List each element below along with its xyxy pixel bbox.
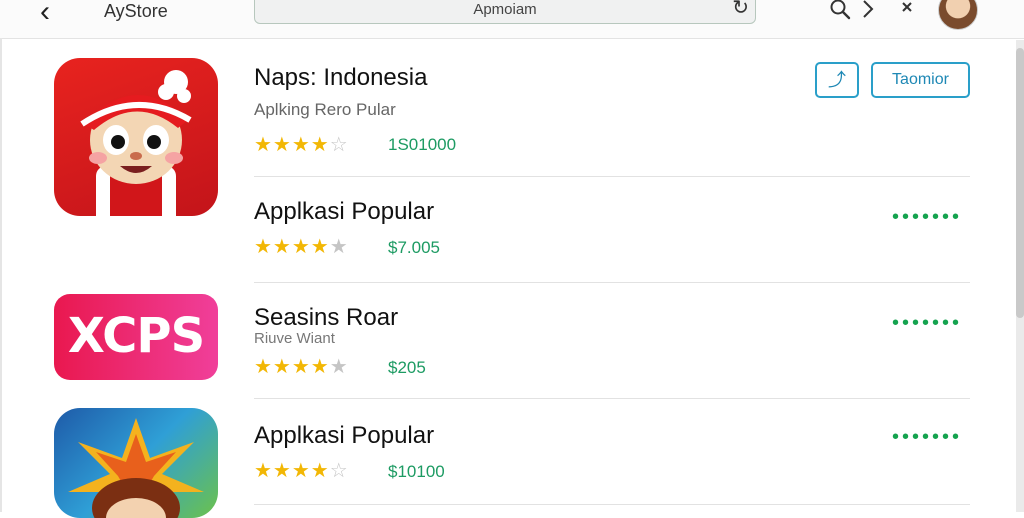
- search-icon[interactable]: [829, 0, 851, 20]
- top-bar: ‹ AyStore Apmoiam ↻: [0, 0, 1024, 39]
- featured-app-rating: ★★★★☆: [254, 134, 349, 156]
- featured-app-icon[interactable]: [54, 58, 218, 216]
- close-icon[interactable]: [900, 0, 914, 16]
- search-value: Apmoiam: [473, 1, 537, 18]
- share-button[interactable]: ⤴: [815, 62, 859, 98]
- more-options-icon[interactable]: •••••••: [892, 207, 962, 227]
- app-price: $7.005: [388, 238, 440, 257]
- featured-app-subtitle: Aplking Rero Pular: [254, 100, 396, 119]
- chevron-right-icon[interactable]: [860, 0, 876, 20]
- app-subtitle: Riuve Wiant: [254, 330, 335, 347]
- app-title[interactable]: Seasins Roar: [254, 304, 398, 332]
- divider: [254, 504, 970, 505]
- divider: [254, 176, 970, 177]
- app-rating: ★★★★☆: [254, 460, 349, 482]
- app-title[interactable]: Applkasi Popular: [254, 422, 434, 450]
- app-rating: ★★★★★: [254, 356, 349, 378]
- app-icon-game[interactable]: [54, 408, 218, 518]
- app-icon-xcps[interactable]: XCPS: [54, 294, 218, 380]
- app-rating: ★★★★★: [254, 236, 349, 258]
- store-name: AyStore: [104, 1, 168, 21]
- more-options-icon[interactable]: •••••••: [892, 313, 962, 333]
- app-price: $205: [388, 358, 426, 377]
- avatar[interactable]: [938, 0, 978, 30]
- app-title[interactable]: Applkasi Popular: [254, 198, 434, 226]
- app-icon-text: XCPS: [67, 308, 205, 364]
- featured-app-title[interactable]: Naps: Indonesia: [254, 64, 427, 92]
- left-border: [0, 38, 2, 512]
- app-price: $10100: [388, 462, 445, 481]
- divider: [254, 398, 970, 399]
- action-button[interactable]: Taomior: [871, 62, 970, 98]
- featured-app-price: 1S01000: [388, 135, 457, 154]
- back-chevron-icon[interactable]: ‹: [40, 0, 50, 27]
- more-options-icon[interactable]: •••••••: [892, 427, 962, 447]
- scrollbar-thumb[interactable]: [1016, 48, 1024, 318]
- search-field[interactable]: Apmoiam ↻: [254, 0, 756, 24]
- divider: [254, 282, 970, 283]
- refresh-icon[interactable]: ↻: [732, 0, 749, 18]
